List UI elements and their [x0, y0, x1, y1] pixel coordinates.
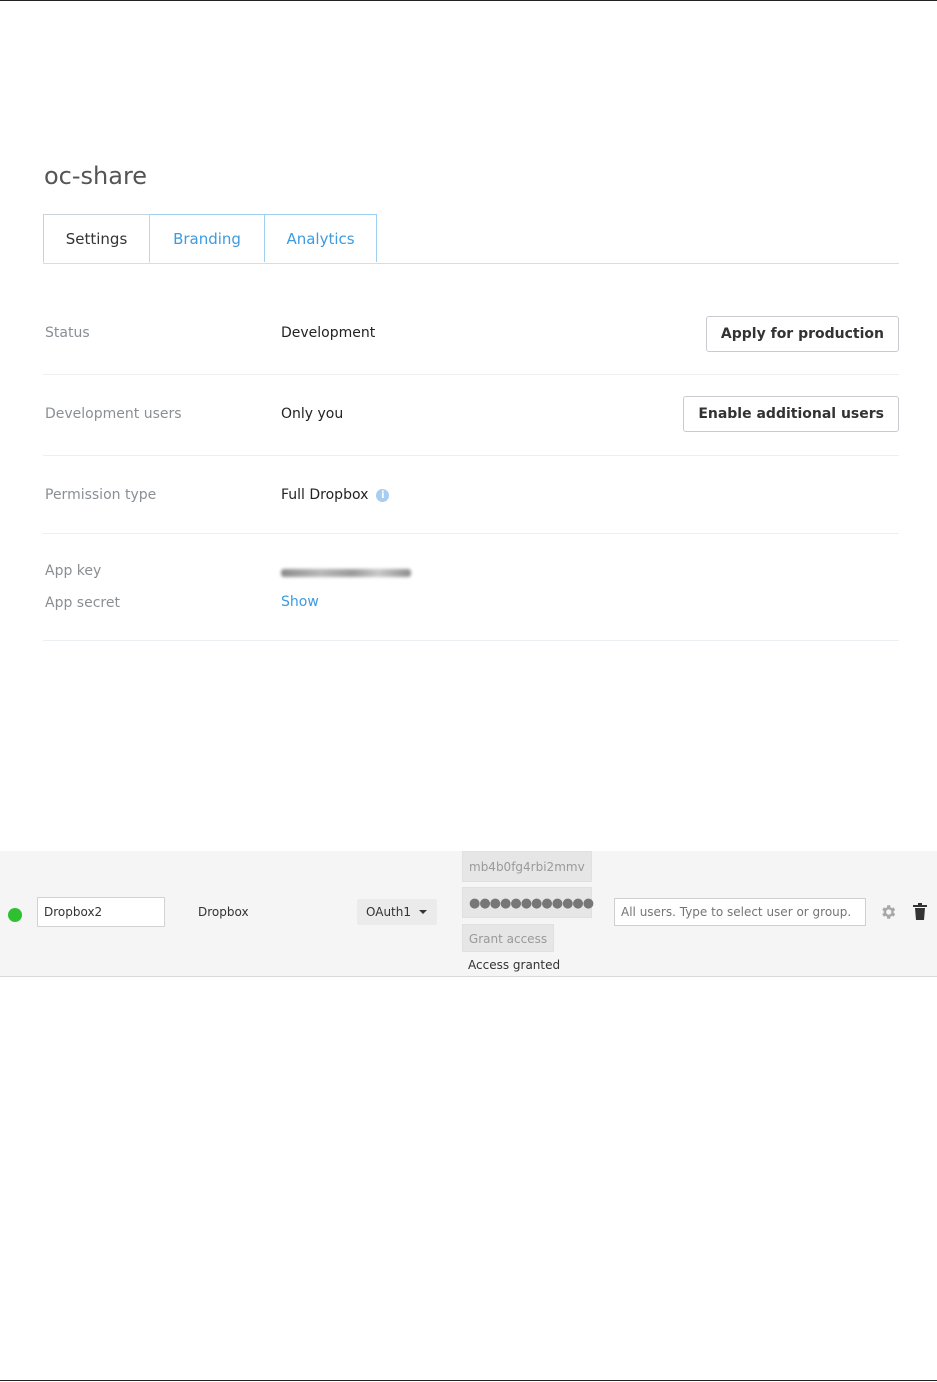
dev-users-label: Development users [45, 406, 182, 422]
trash-icon[interactable] [912, 903, 928, 921]
auth-mechanism-select[interactable]: OAuth1 [357, 899, 437, 925]
tab-settings[interactable]: Settings [43, 214, 150, 263]
app-secret-field[interactable]: ●●●●●●●●●●●● [462, 887, 594, 918]
dev-users-value: Only you [281, 406, 344, 422]
permission-value-wrap: Full Dropbox i [281, 487, 390, 503]
tab-branding[interactable]: Branding [150, 214, 265, 262]
top-rule [0, 0, 937, 1]
gear-icon[interactable] [879, 903, 897, 921]
storage-row: Dropbox OAuth1 mb4b0fg4rbi2mmv ●●●●●●●●●… [0, 851, 937, 977]
tab-bar: Settings Branding Analytics [43, 214, 899, 264]
status-label: Status [45, 325, 90, 341]
status-indicator [8, 908, 22, 922]
app-key-field[interactable]: mb4b0fg4rbi2mmv [462, 851, 592, 882]
grant-access-button[interactable]: Grant access [462, 924, 554, 952]
tab-analytics[interactable]: Analytics [265, 214, 377, 262]
enable-users-button[interactable]: Enable additional users [683, 396, 899, 432]
apply-production-button[interactable]: Apply for production [705, 316, 899, 352]
backend-label: Dropbox [198, 905, 249, 919]
access-status: Access granted [468, 958, 561, 972]
app-secret-label: App secret [45, 595, 120, 611]
app-credentials-row: App key App secret Show [43, 534, 899, 641]
mount-name-input[interactable] [37, 897, 165, 927]
applicable-users-input[interactable] [614, 898, 866, 926]
show-secret-link[interactable]: Show [281, 594, 319, 610]
info-icon[interactable]: i [376, 489, 390, 502]
status-value: Development [281, 325, 376, 341]
app-key-label: App key [45, 563, 102, 579]
permission-value: Full Dropbox [281, 487, 369, 503]
caret-down-icon [419, 910, 427, 914]
status-row: Status Development Apply for production [43, 296, 899, 375]
page-title: oc-share [44, 162, 148, 190]
permission-label: Permission type [45, 487, 157, 503]
bottom-rule [0, 1380, 937, 1381]
permission-row: Permission type Full Dropbox i [43, 456, 899, 534]
dev-users-row: Development users Only you Enable additi… [43, 375, 899, 456]
auth-mechanism-value: OAuth1 [366, 905, 411, 919]
app-key-value-blurred [281, 569, 411, 577]
